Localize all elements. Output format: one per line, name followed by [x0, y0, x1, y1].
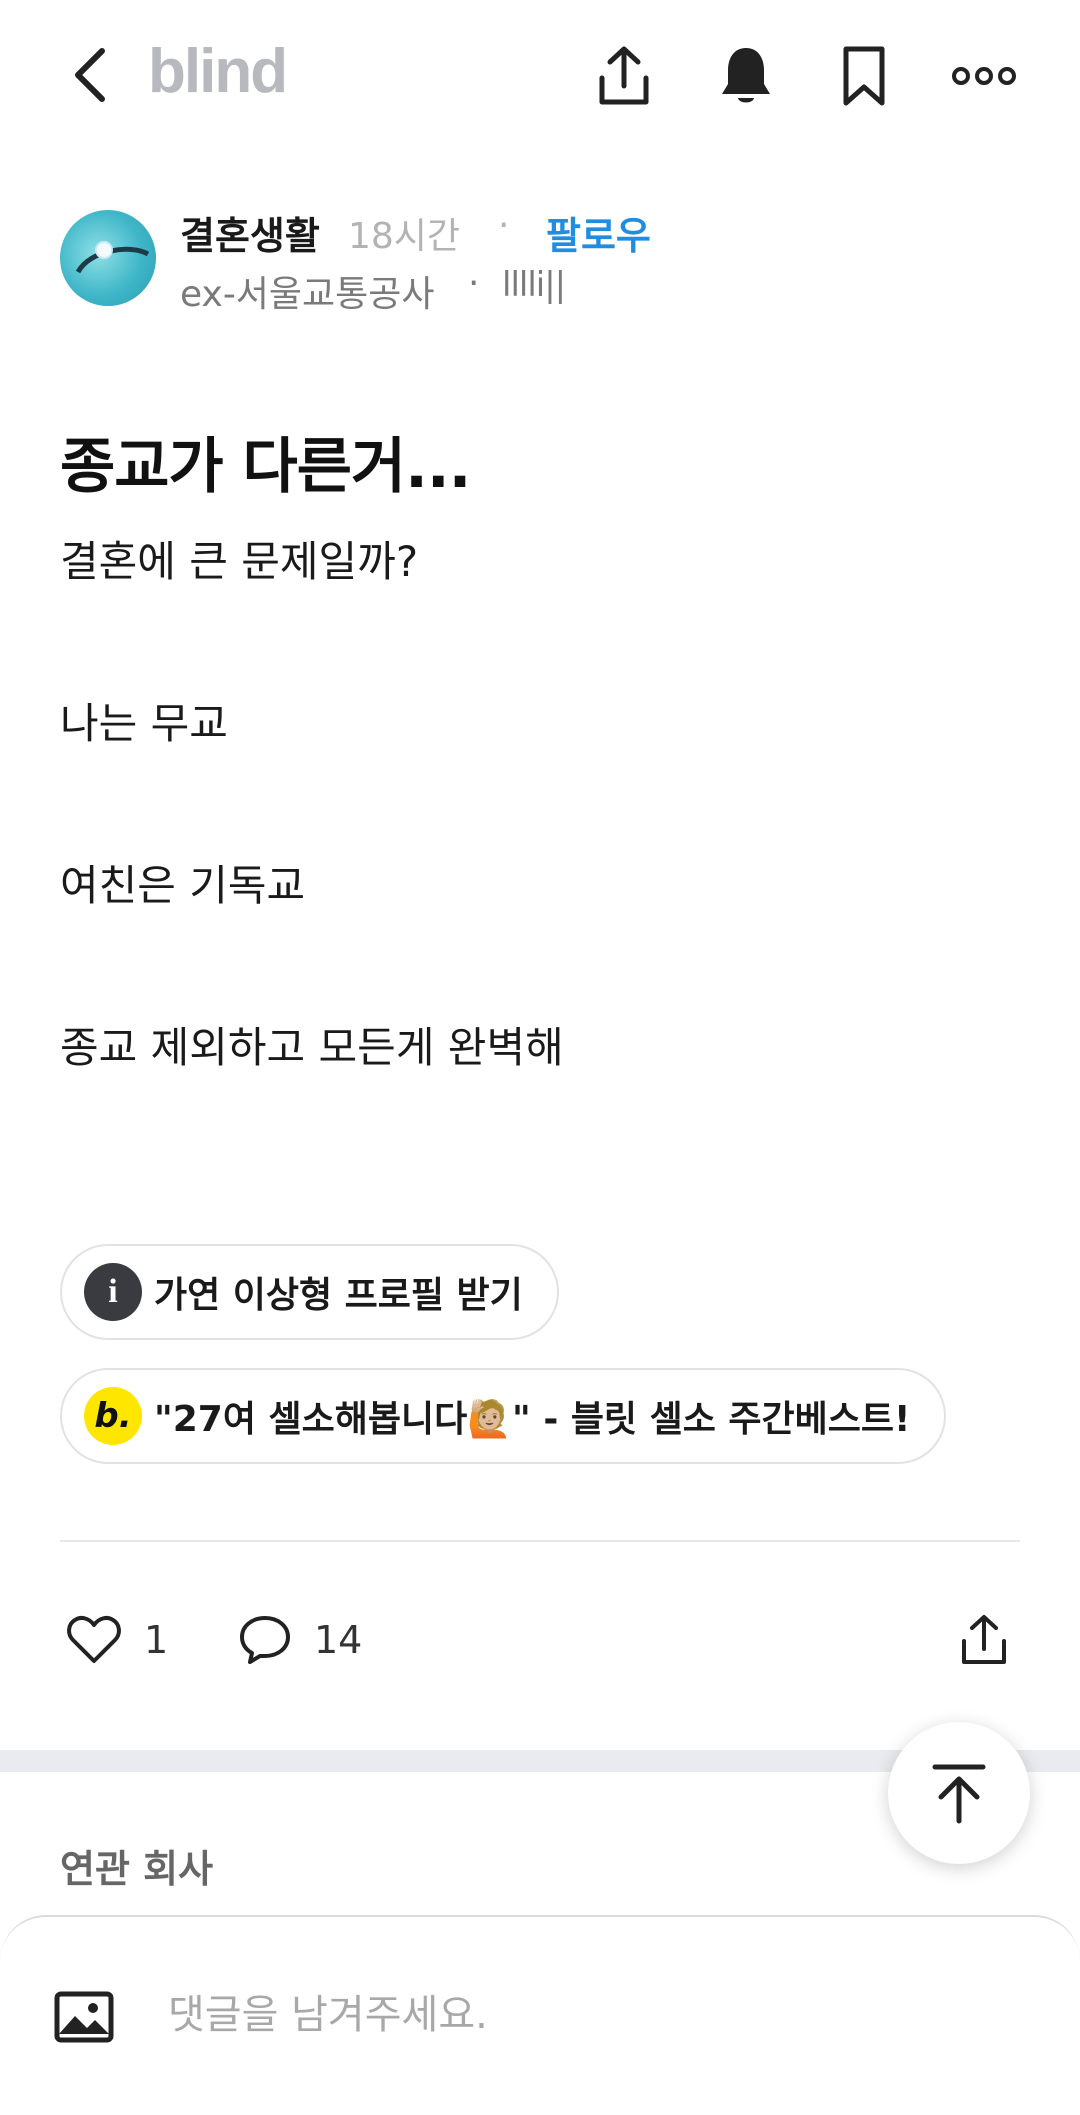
separator-dot: · — [498, 205, 510, 246]
top-app-bar: blind — [0, 0, 1080, 150]
back-button[interactable] — [60, 40, 120, 110]
info-icon: i — [84, 1263, 142, 1321]
post-time: 18시간 — [348, 216, 461, 257]
share-icon — [599, 46, 649, 105]
arrow-up-to-top-icon — [932, 1764, 986, 1824]
image-icon — [54, 1991, 114, 2043]
blind-b-icon: b. — [84, 1387, 142, 1445]
ad-chip-blind-best[interactable]: b. "27여 셀소해봅니다🙋🏼" - 블릿 셀소 주간베스트! — [60, 1368, 947, 1464]
comment-bubble-icon — [240, 1616, 290, 1664]
ring-image — [75, 241, 150, 274]
like-button[interactable]: 1 — [66, 1600, 168, 1680]
chip-label: 가연 이상형 프로필 받기 — [154, 1275, 523, 1316]
avatar[interactable] — [60, 210, 156, 306]
share-post-button[interactable] — [958, 1600, 1010, 1680]
comment-input[interactable] — [166, 1979, 990, 2051]
author-nickname[interactable]: 결혼생활 — [180, 205, 320, 260]
separator-dot: · — [468, 263, 480, 304]
share-button[interactable] — [584, 36, 664, 116]
post-body-line: 종교 제외하고 모든게 완벽해 — [60, 1023, 564, 1072]
author-company[interactable]: ex-서울교통공사 — [180, 265, 435, 317]
post-body-line: 나는 무교 — [60, 699, 228, 748]
heart-icon — [67, 1615, 121, 1663]
post-actions: 1 14 — [60, 1600, 1020, 1680]
comment-count: 14 — [314, 1618, 363, 1662]
more-button[interactable] — [944, 36, 1024, 116]
notification-button[interactable] — [706, 36, 786, 116]
divider — [60, 1540, 1020, 1542]
post-author: 결혼생활 18시간 · 팔로우 ex-서울교통공사 · lllli|| — [60, 205, 1020, 315]
attach-image-button[interactable] — [52, 1985, 116, 2049]
related-companies-heading: 연관 회사 — [60, 1847, 214, 1891]
share-icon — [962, 1615, 1006, 1664]
bookmark-icon — [843, 46, 885, 106]
post-body-line: 결혼에 큰 문제일까? — [60, 537, 419, 586]
chip-label: "27여 셀소해봅니다🙋🏼" - 블릿 셀소 주간베스트! — [154, 1399, 911, 1440]
post-body-line: 여친은 기독교 — [60, 861, 306, 910]
verification-badge: lllli|| — [502, 265, 566, 305]
chevron-left-icon — [75, 48, 105, 102]
more-icon — [952, 67, 1016, 85]
blind-logo: blind — [148, 37, 288, 106]
ad-chip-profile[interactable]: i 가연 이상형 프로필 받기 — [60, 1244, 559, 1340]
scroll-to-top-button[interactable] — [888, 1722, 1030, 1864]
post-title: 종교가 다른거... — [60, 432, 471, 502]
bookmark-button[interactable] — [824, 36, 904, 116]
follow-button[interactable]: 팔로우 — [546, 205, 651, 260]
like-count: 1 — [144, 1618, 169, 1662]
comment-composer — [0, 1915, 1080, 2115]
bell-icon — [722, 48, 770, 103]
comment-button[interactable]: 14 — [238, 1600, 362, 1680]
